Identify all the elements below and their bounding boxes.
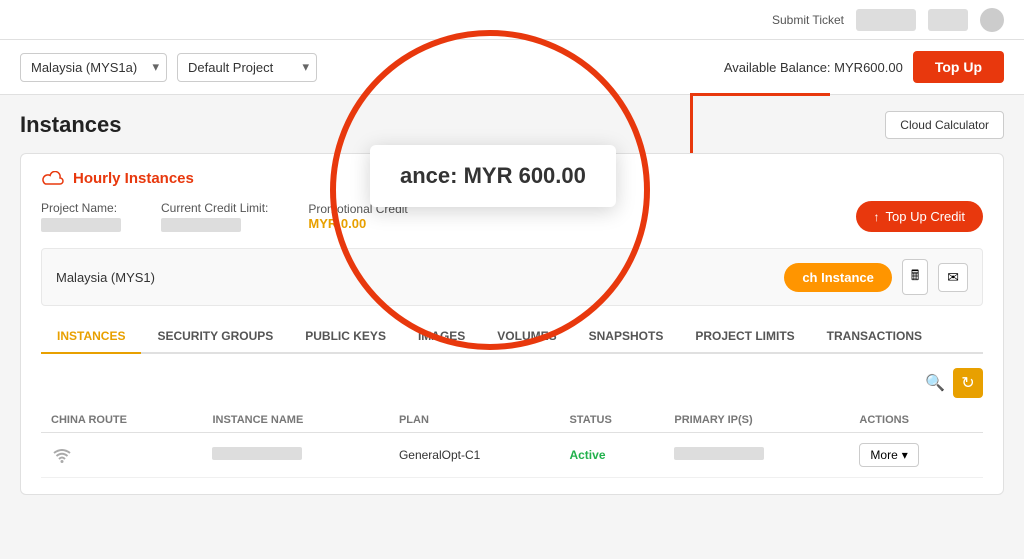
cloud-icon bbox=[41, 171, 65, 187]
launch-instance-button[interactable]: ch Instance bbox=[784, 263, 892, 292]
top-nav: Submit Ticket bbox=[0, 0, 1024, 40]
route-icon bbox=[51, 444, 73, 466]
tab-project-limits[interactable]: PROJECT LIMITS bbox=[679, 320, 810, 354]
search-icon: 🔍 bbox=[925, 375, 945, 392]
instance-name-value bbox=[212, 447, 302, 460]
instances-table: CHINA ROUTE INSTANCE NAME PLAN STATUS PR… bbox=[41, 408, 983, 478]
more-label: More bbox=[870, 448, 897, 462]
cell-plan: GeneralOpt-C1 bbox=[389, 433, 560, 478]
cell-china-route bbox=[41, 433, 202, 478]
promo-credit-value: MYR 0.00 bbox=[308, 216, 407, 231]
cell-actions: More ▾ bbox=[849, 433, 983, 478]
promo-credit-item: Promotional Credit MYR 0.00 bbox=[308, 201, 407, 231]
tab-snapshots[interactable]: SNAPSHOTS bbox=[573, 320, 680, 354]
col-china-route: CHINA ROUTE bbox=[41, 408, 202, 433]
calculator-icon: 🖩 bbox=[911, 267, 919, 283]
col-plan: PLAN bbox=[389, 408, 560, 433]
tab-transactions[interactable]: TRANSACTIONS bbox=[811, 320, 938, 354]
topup-button[interactable]: Top Up bbox=[913, 51, 1004, 83]
credit-limit-label: Current Credit Limit: bbox=[161, 201, 268, 215]
tab-images[interactable]: IMAGES bbox=[402, 320, 481, 354]
main-content: Instances Cloud Calculator Hourly Instan… bbox=[0, 95, 1024, 511]
hourly-title: Hourly Instances bbox=[73, 170, 194, 187]
page-title: Instances bbox=[20, 112, 122, 138]
col-primary-ips: PRIMARY IP(S) bbox=[664, 408, 849, 433]
region-select-wrapper: Malaysia (MYS1a) bbox=[20, 53, 167, 82]
status-badge: Active bbox=[569, 448, 605, 462]
refresh-button[interactable]: ↻ bbox=[953, 368, 983, 398]
mail-icon-button[interactable]: ✉ bbox=[938, 263, 968, 292]
wifi-icon bbox=[52, 445, 72, 465]
ip-value bbox=[674, 447, 764, 460]
instances-card: Hourly Instances Project Name: Current C… bbox=[20, 153, 1004, 495]
submit-ticket-link[interactable]: Submit Ticket bbox=[772, 13, 844, 27]
credit-limit-item: Current Credit Limit: bbox=[161, 201, 268, 232]
credit-row: Project Name: Current Credit Limit: Prom… bbox=[41, 201, 983, 232]
promo-credit-label: Promotional Credit bbox=[308, 202, 407, 216]
tab-instances[interactable]: INSTANCES bbox=[41, 320, 141, 354]
header-row: Malaysia (MYS1a) Default Project Availab… bbox=[0, 40, 1024, 95]
topup-credit-button[interactable]: ↑ Top Up Credit bbox=[856, 201, 983, 232]
tab-public-keys[interactable]: PUBLIC KEYS bbox=[289, 320, 402, 354]
col-status: STATUS bbox=[559, 408, 664, 433]
cell-primary-ips bbox=[664, 433, 849, 478]
region-row: Malaysia (MYS1) ch Instance 🖩 ✉ bbox=[41, 248, 983, 306]
refresh-icon: ↻ bbox=[961, 373, 974, 393]
chevron-down-icon: ▾ bbox=[902, 448, 908, 462]
search-button[interactable]: 🔍 bbox=[925, 368, 945, 398]
table-actions: 🔍 ↻ bbox=[41, 368, 983, 398]
col-actions: ACTIONS bbox=[849, 408, 983, 433]
launch-instance-label: ch Instance bbox=[802, 270, 874, 285]
project-name-label: Project Name: bbox=[41, 201, 121, 215]
cloud-calculator-button[interactable]: Cloud Calculator bbox=[885, 111, 1004, 139]
mail-icon: ✉ bbox=[947, 269, 959, 285]
region-label: Malaysia (MYS1) bbox=[56, 270, 155, 285]
more-actions-button[interactable]: More ▾ bbox=[859, 443, 918, 467]
tab-volumes[interactable]: VOLUMES bbox=[481, 320, 572, 354]
user-avatar-img bbox=[980, 8, 1004, 32]
topup-credit-label: Top Up Credit bbox=[886, 209, 965, 224]
table-row: GeneralOpt-C1 Active More ▾ bbox=[41, 433, 983, 478]
available-balance-text: Available Balance: MYR600.00 bbox=[724, 60, 903, 75]
hourly-header: Hourly Instances bbox=[41, 170, 983, 187]
arrow-up-icon: ↑ bbox=[874, 210, 880, 224]
project-name-value bbox=[41, 218, 121, 232]
cell-instance-name bbox=[202, 433, 388, 478]
project-select-wrapper: Default Project bbox=[177, 53, 317, 82]
col-instance-name: INSTANCE NAME bbox=[202, 408, 388, 433]
cell-status: Active bbox=[559, 433, 664, 478]
credit-limit-value bbox=[161, 218, 241, 232]
table-header: CHINA ROUTE INSTANCE NAME PLAN STATUS PR… bbox=[41, 408, 983, 433]
user-avatar-1 bbox=[856, 9, 916, 31]
table-body: GeneralOpt-C1 Active More ▾ bbox=[41, 433, 983, 478]
page-header: Instances Cloud Calculator bbox=[20, 111, 1004, 139]
project-select[interactable]: Default Project bbox=[177, 53, 317, 82]
region-select[interactable]: Malaysia (MYS1a) bbox=[20, 53, 167, 82]
tab-security-groups[interactable]: SECURITY GROUPS bbox=[141, 320, 289, 354]
calculator-icon-button[interactable]: 🖩 bbox=[902, 259, 928, 295]
tabs-row: INSTANCES SECURITY GROUPS PUBLIC KEYS IM… bbox=[41, 320, 983, 354]
project-name-item: Project Name: bbox=[41, 201, 121, 232]
user-avatar-2 bbox=[928, 9, 968, 31]
